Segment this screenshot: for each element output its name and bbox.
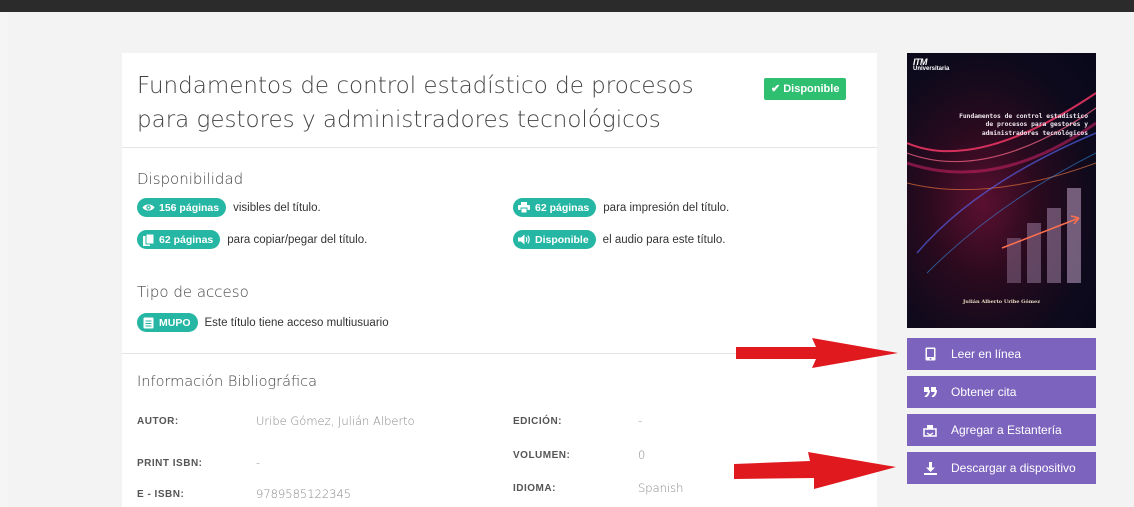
printer-icon <box>517 201 531 215</box>
add-to-shelf-label: Agregar a Estantería <box>951 423 1062 437</box>
top-navbar <box>0 0 1134 12</box>
download-to-device-label: Descargar a dispositivo <box>951 461 1076 475</box>
author-label: AUTOR: <box>137 416 179 427</box>
download-icon <box>923 461 937 475</box>
edition-value: - <box>638 414 643 428</box>
quote-icon <box>923 385 937 399</box>
availability-badge-label: Disponible <box>783 83 840 95</box>
print-isbn-value: - <box>256 456 261 470</box>
access-type-label: MUPO <box>159 316 191 329</box>
feature-print-pages: 62 páginas para impresión del título. <box>513 198 729 217</box>
feature-visible-pages: 156 páginas visibles del título. <box>137 198 321 217</box>
print-isbn-label: PRINT ISBN: <box>137 458 203 469</box>
check-icon: ✔ <box>771 83 781 95</box>
book-detail-card: Fundamentos de control estadístico de pr… <box>122 53 877 507</box>
cover-author: Julián Alberto Uribe Gómez <box>962 299 1041 305</box>
audio-text: el audio para este título. <box>602 233 726 246</box>
print-pages-count: 62 páginas <box>535 201 590 214</box>
copy-icon <box>141 233 155 247</box>
publisher-sub: Universitaria <box>913 66 950 72</box>
tablet-icon <box>923 347 937 361</box>
feature-copy-pages: 62 páginas para copiar/pegar del título. <box>137 230 367 249</box>
cover-title: Fundamentos de control estadístico de pr… <box>959 113 1088 137</box>
add-to-shelf-button[interactable]: Agregar a Estantería <box>907 414 1096 446</box>
download-to-device-button[interactable]: Descargar a dispositivo <box>907 452 1096 484</box>
copy-pages-count: 62 páginas <box>159 233 214 246</box>
edition-label: EDICIÓN: <box>513 416 562 427</box>
author-value: Uribe Gómez, Julián Alberto <box>256 414 415 428</box>
bibliography-heading: Información Bibliográfica <box>137 374 318 390</box>
book-cover[interactable]: ITM Universitaria Fundamentos de control… <box>907 53 1096 328</box>
print-pages-text: para impresión del título. <box>603 201 730 214</box>
get-citation-button[interactable]: Obtener cita <box>907 376 1096 408</box>
annotation-arrow-read <box>736 338 898 368</box>
availability-badge: ✔ Disponible <box>764 78 847 100</box>
language-value: Spanish <box>638 481 684 495</box>
print-pages-pill: 62 páginas <box>513 198 597 217</box>
read-online-button[interactable]: Leer en línea <box>907 338 1096 370</box>
copy-pages-pill: 62 páginas <box>137 230 221 249</box>
eye-icon <box>141 201 155 215</box>
get-citation-label: Obtener cita <box>951 385 1017 399</box>
availability-heading: Disponibilidad <box>137 170 244 188</box>
shelf-icon <box>923 423 937 437</box>
visible-pages-text: visibles del título. <box>233 201 321 214</box>
volume-value: 0 <box>638 448 646 462</box>
action-buttons: Leer en línea Obtener cita Agregar a Est… <box>907 338 1096 490</box>
eisbn-value: 9789585122345 <box>256 487 352 501</box>
book-title: Fundamentos de control estadístico de pr… <box>137 73 694 133</box>
feature-access-type: MUPO Este título tiene acceso multiusuar… <box>137 313 389 332</box>
audio-pill: Disponible <box>513 230 596 249</box>
annotation-arrow-download <box>734 452 896 489</box>
access-pill: MUPO <box>137 313 198 332</box>
language-label: IDIOMA: <box>513 483 556 494</box>
book-icon <box>141 316 155 330</box>
eisbn-label: E - ISBN: <box>137 489 185 500</box>
publisher-mark: ITM <box>913 57 928 67</box>
copy-pages-text: para copiar/pegar del título. <box>227 233 368 246</box>
audio-status: Disponible <box>535 233 589 246</box>
volume-icon <box>517 233 531 247</box>
visible-pages-count: 156 páginas <box>159 201 220 214</box>
volume-label: VOLUMEN: <box>513 450 571 461</box>
publisher-logo: ITM Universitaria <box>913 57 950 73</box>
access-type-text: Este título tiene acceso multiusuario <box>204 316 389 329</box>
access-heading: Tipo de acceso <box>137 283 249 301</box>
title-section: Fundamentos de control estadístico de pr… <box>122 53 877 148</box>
read-online-label: Leer en línea <box>951 347 1022 361</box>
cover-art <box>907 92 1096 283</box>
feature-audio: Disponible el audio para este título. <box>513 230 725 249</box>
visible-pages-pill: 156 páginas <box>137 198 227 217</box>
